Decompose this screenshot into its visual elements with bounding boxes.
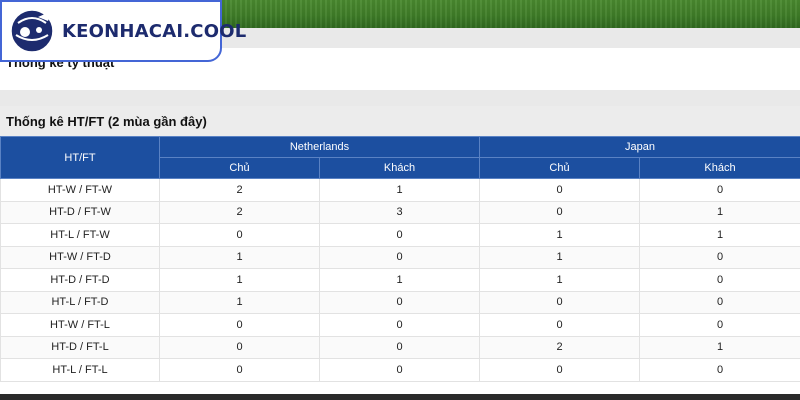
table-row: HT-D / FT-W 2 3 0 1 xyxy=(0,200,800,224)
row-label: HT-L / FT-L xyxy=(0,358,160,382)
table-cell: 0 xyxy=(639,268,800,292)
table-row: HT-L / FT-W 0 0 1 1 xyxy=(0,223,800,247)
row-header: HT/FT xyxy=(0,136,160,179)
table-cell: 0 xyxy=(318,245,481,269)
soccer-ball-icon xyxy=(10,9,54,53)
table-cell: 1 xyxy=(479,245,641,269)
row-label: HT-W / FT-L xyxy=(0,313,160,337)
table-row: HT-L / FT-D 1 0 0 0 xyxy=(0,290,800,314)
row-label: HT-D / FT-L xyxy=(0,335,160,359)
row-label: HT-W / FT-D xyxy=(0,245,160,269)
row-label: HT-L / FT-W xyxy=(0,223,160,247)
row-label: HT-D / FT-W xyxy=(0,200,160,224)
table-cell: 0 xyxy=(159,223,320,247)
table-cell: 0 xyxy=(479,358,641,382)
table-cell: 0 xyxy=(639,245,800,269)
table-cell: 0 xyxy=(639,358,800,382)
row-label: HT-L / FT-D xyxy=(0,290,160,314)
table-cell: 2 xyxy=(159,178,320,202)
table-cell: 1 xyxy=(159,290,320,314)
table-cell: 0 xyxy=(318,290,481,314)
table-cell: 2 xyxy=(479,335,641,359)
table-cell: 1 xyxy=(479,223,641,247)
table-cell: 0 xyxy=(479,313,641,337)
table-cell: 0 xyxy=(159,335,320,359)
table-cell: 0 xyxy=(318,335,481,359)
sub-header-home: Chủ xyxy=(479,157,641,179)
table-cell: 0 xyxy=(479,290,641,314)
sub-header-away: Khách xyxy=(318,157,481,179)
table-cell: 2 xyxy=(159,200,320,224)
table-cell: 1 xyxy=(159,268,320,292)
table-cell: 0 xyxy=(318,223,481,247)
table-cell: 1 xyxy=(639,200,800,224)
logo-text: KEONHACAI.COOL xyxy=(62,20,247,42)
htft-title: Thống kê HT/FT (2 mùa gần đây) xyxy=(6,114,207,129)
table-cell: 0 xyxy=(479,200,641,224)
table-cell: 1 xyxy=(318,268,481,292)
table-cell: 3 xyxy=(318,200,481,224)
page: KEONHACAI.COOL Thống kê tỷ thuật Thống k… xyxy=(0,0,800,400)
table-row: HT-W / FT-L 0 0 0 0 xyxy=(0,313,800,337)
table-row: HT-W / FT-W 2 1 0 0 xyxy=(0,178,800,202)
footer-strip xyxy=(0,394,800,400)
table-cell: 0 xyxy=(479,178,641,202)
table-cell: 1 xyxy=(159,245,320,269)
table-cell: 1 xyxy=(318,178,481,202)
table-cell: 0 xyxy=(639,313,800,337)
row-label: HT-D / FT-D xyxy=(0,268,160,292)
table-cell: 0 xyxy=(318,313,481,337)
table-cell: 1 xyxy=(639,223,800,247)
table-cell: 0 xyxy=(318,358,481,382)
sub-header-home: Chủ xyxy=(159,157,320,179)
table-cell: 0 xyxy=(159,313,320,337)
table-row: HT-D / FT-D 1 1 1 0 xyxy=(0,268,800,292)
row-label: HT-W / FT-W xyxy=(0,178,160,202)
sub-header-away: Khách xyxy=(639,157,800,179)
htft-stats-section: Thống kê HT/FT (2 mùa gần đây) HT/FT Net… xyxy=(0,106,800,394)
table-row: HT-L / FT-L 0 0 0 0 xyxy=(0,358,800,382)
team-header-netherlands: Netherlands xyxy=(158,136,481,158)
table-cell: 1 xyxy=(479,268,641,292)
htft-table-body: HT-W / FT-W 2 1 0 0 HT-D / FT-W 2 3 0 1 HT-L / FT-… xyxy=(0,178,800,382)
table-row: HT-W / FT-D 1 0 1 0 xyxy=(0,245,800,269)
team-header-japan: Japan xyxy=(479,136,800,158)
table-cell: 0 xyxy=(159,358,320,382)
site-logo[interactable]: KEONHACAI.COOL xyxy=(0,0,246,62)
htft-table: HT/FT Netherlands Japan Chủ Khách Chủ Kh… xyxy=(0,136,800,382)
table-cell: 0 xyxy=(639,178,800,202)
table-cell: 0 xyxy=(639,290,800,314)
htft-header: Thống kê HT/FT (2 mùa gần đây) xyxy=(0,106,800,136)
table-row: HT-D / FT-L 0 0 2 1 xyxy=(0,335,800,359)
table-cell: 1 xyxy=(639,335,800,359)
